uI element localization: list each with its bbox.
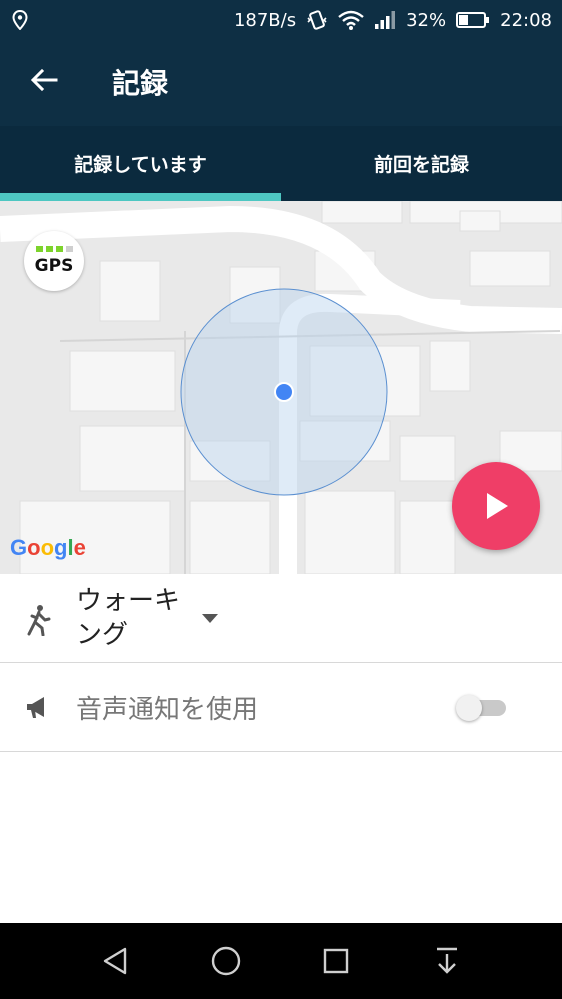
app-bar: 記録 — [0, 40, 562, 126]
voice-notification-row: 音声通知を使用 — [0, 663, 562, 752]
gps-strength-icon — [35, 246, 73, 252]
nav-back-button[interactable] — [95, 941, 135, 981]
activity-label: ウォーキ ング — [76, 586, 181, 650]
notification-pull-icon — [436, 947, 457, 974]
start-recording-button[interactable] — [452, 462, 540, 550]
voice-notification-label: 音声通知を使用 — [76, 695, 259, 725]
megaphone-icon — [27, 697, 44, 718]
vibrate-icon — [307, 10, 327, 30]
activity-selector[interactable]: ウォーキ ング — [0, 574, 562, 663]
system-nav-bar — [0, 923, 562, 999]
tab-bar: 記録しています 前回を記録 — [0, 126, 562, 201]
location-icon — [12, 10, 28, 30]
signal-icon — [375, 11, 396, 29]
wifi-icon — [338, 10, 364, 30]
network-speed: 187B/s — [233, 9, 297, 31]
gps-signal-badge: GPS — [24, 231, 84, 291]
tab-recording[interactable]: 記録しています — [0, 126, 281, 201]
play-icon — [487, 493, 508, 519]
walking-icon — [27, 605, 51, 636]
gps-label: GPS — [34, 256, 74, 276]
recents-square-icon — [324, 948, 349, 974]
google-attribution: Google — [10, 535, 86, 560]
dropdown-arrow-icon — [202, 614, 218, 623]
arrow-back-icon[interactable] — [28, 64, 60, 96]
page-title: 記録 — [112, 67, 169, 100]
battery-percent: 32% — [406, 9, 447, 31]
clock: 22:08 — [500, 9, 552, 31]
nav-notification-button[interactable] — [427, 941, 467, 981]
status-bar: 187B/s 32% 22:08 — [0, 0, 562, 40]
home-circle-icon — [211, 946, 240, 976]
tab-record-last[interactable]: 前回を記録 — [281, 126, 562, 201]
back-triangle-icon — [104, 947, 127, 975]
nav-recents-button[interactable] — [316, 941, 356, 981]
battery-icon — [456, 12, 490, 28]
voice-notification-toggle[interactable] — [456, 695, 506, 721]
nav-home-button[interactable] — [206, 941, 246, 981]
